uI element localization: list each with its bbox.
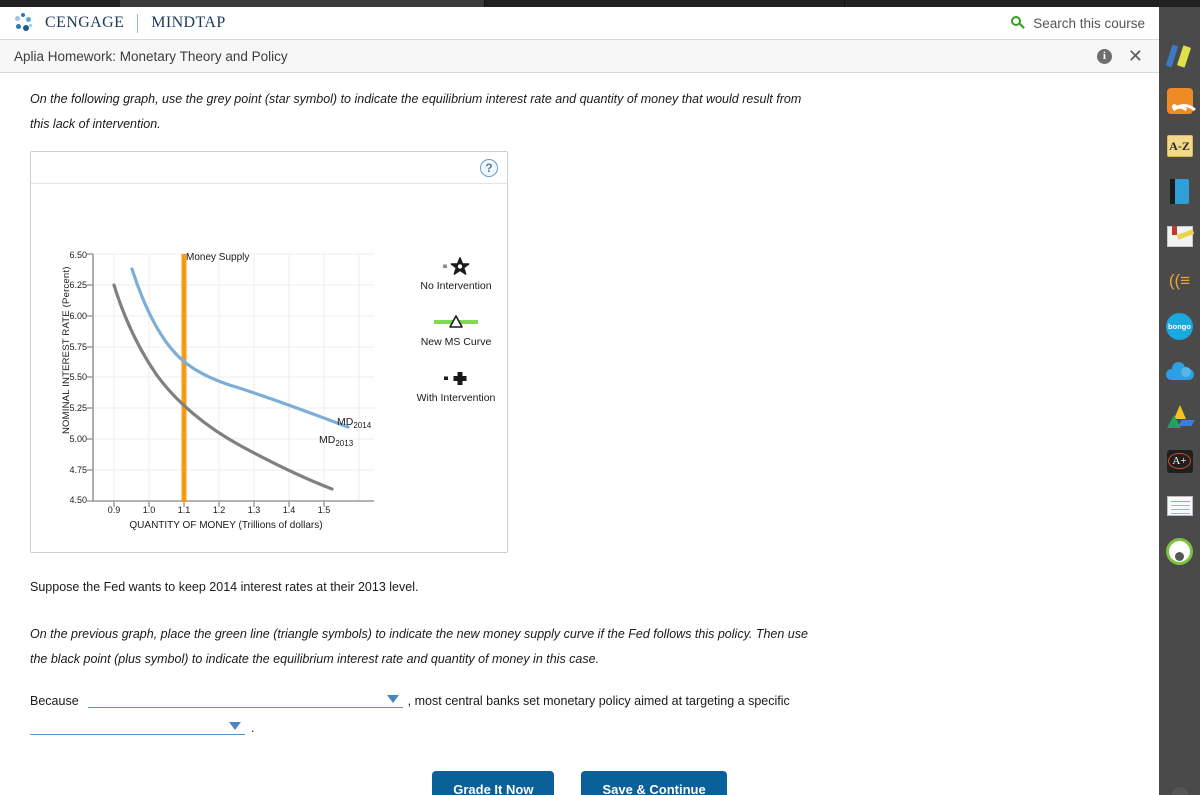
brand-logo-group[interactable]: CENGAGE MINDTAP <box>0 12 226 34</box>
graph-panel[interactable]: ? NOMINAL INTEREST RATE (Percent) QUANTI… <box>30 151 508 553</box>
page-root: CENGAGE MINDTAP Search this course ? Apl… <box>0 0 1200 795</box>
profile-icon <box>1166 537 1193 795</box>
sidebar-item-onedrive[interactable] <box>1164 355 1196 387</box>
star-symbol-icon[interactable] <box>401 256 511 276</box>
sentence-period: . <box>251 721 255 735</box>
grade-a-plus-icon: A+ <box>1166 449 1193 473</box>
sidebar-item-flashcards[interactable] <box>1164 490 1196 522</box>
plus-symbol-icon[interactable] <box>401 368 511 388</box>
md-2013-annotation: MD2013 <box>319 434 353 448</box>
sidebar-item-ebook[interactable] <box>1164 175 1196 207</box>
assignment-subheader: Aplia Homework: Monetary Theory and Poli… <box>0 40 1159 73</box>
save-continue-group: Save & Continue Continue without saving <box>581 771 727 795</box>
sidebar-item-grades[interactable]: A+ <box>1164 445 1196 477</box>
tools-sidebar: A-Z ((≡ bongo A+ <box>1159 7 1200 795</box>
browser-tab[interactable] <box>120 0 485 7</box>
highlighter-icon <box>1165 43 1194 69</box>
clause-text: , most central banks set monetary policy… <box>407 694 790 708</box>
ebook-icon <box>1170 178 1189 204</box>
brand-primary-label: CENGAGE <box>45 14 125 31</box>
info-icon[interactable]: i <box>1096 48 1112 64</box>
page-title: Aplia Homework: Monetary Theory and Poli… <box>14 48 288 64</box>
bongo-icon: bongo <box>1166 312 1193 340</box>
a-z-dictionary-icon: A-Z <box>1166 135 1193 157</box>
triangle-line-symbol-icon[interactable] <box>401 312 511 332</box>
google-drive-icon <box>1166 404 1195 428</box>
md-2014-sub: 2014 <box>353 421 372 431</box>
legend-label: New MS Curve <box>420 336 492 348</box>
browser-tab[interactable] <box>845 0 1200 7</box>
graph-plot-area[interactable]: NOMINAL INTEREST RATE (Percent) QUANTITY… <box>31 184 507 552</box>
sidebar-item-rss[interactable] <box>1164 85 1196 122</box>
md-2013-sub: 2013 <box>335 439 354 449</box>
browser-tab[interactable] <box>485 0 845 7</box>
sidebar-item-highlighter[interactable] <box>1164 40 1196 72</box>
legend-label: With Intervention <box>416 392 496 404</box>
legend-item-with-intervention[interactable]: With Intervention <box>401 368 511 404</box>
assignment-content: On the following graph, use the grey poi… <box>0 73 1159 795</box>
mid-paragraph: Suppose the Fed wants to keep 2014 inter… <box>30 580 419 594</box>
rss-icon <box>1166 88 1196 122</box>
md-2014-annotation: MD2014 <box>337 416 371 430</box>
intro-paragraph: On the following graph, use the grey poi… <box>30 92 802 131</box>
graph-toolbar: ? <box>31 152 507 184</box>
reason-dropdown[interactable] <box>87 690 403 708</box>
subheader-actions: i ✕ <box>1096 47 1159 65</box>
chevron-down-icon <box>386 694 399 703</box>
sidebar-item-readspeaker[interactable]: ((≡ <box>1164 265 1196 297</box>
sidebar-item-bongo[interactable]: bongo <box>1164 310 1196 342</box>
legend-item-no-intervention[interactable]: No Intervention <box>401 256 511 292</box>
close-icon[interactable]: ✕ <box>1128 47 1143 65</box>
chevron-down-icon <box>229 721 241 730</box>
md-2013-text: MD <box>319 434 336 446</box>
graph-help-icon[interactable]: ? <box>480 158 498 177</box>
flashcards-icon <box>1166 496 1193 516</box>
target-dropdown[interactable] <box>30 717 245 735</box>
money-supply-annotation: Money Supply <box>186 252 250 263</box>
onedrive-icon <box>1165 362 1194 380</box>
grade-it-now-button[interactable]: Grade It Now <box>432 771 555 795</box>
chart-legend: No Intervention New MS Curve With Interv… <box>401 256 511 424</box>
sidebar-item-dictionary[interactable]: A-Z <box>1164 130 1196 162</box>
search-icon <box>1011 15 1026 31</box>
read-speaker-icon: ((≡ <box>1168 271 1191 290</box>
save-and-continue-button[interactable]: Save & Continue <box>581 771 727 795</box>
sidebar-item-google-drive[interactable] <box>1164 400 1196 432</box>
notes-icon <box>1166 225 1194 247</box>
md-2014-text: MD <box>337 416 354 428</box>
because-sentence-row: Because , most central banks set monetar… <box>30 690 1129 708</box>
app-header: CENGAGE MINDTAP Search this course <box>0 7 1159 40</box>
browser-tab-strip <box>0 0 1200 7</box>
brand-secondary-label: MINDTAP <box>151 14 226 31</box>
header-search[interactable]: Search this course <box>1011 15 1159 31</box>
legend-item-new-ms-curve[interactable]: New MS Curve <box>401 312 511 348</box>
legend-label: No Intervention <box>420 280 492 292</box>
action-buttons: Grade It Now Save & Continue Continue wi… <box>30 771 1129 795</box>
sidebar-item-profile[interactable] <box>1164 535 1196 795</box>
cengage-logo-icon <box>14 12 36 34</box>
brand-divider <box>137 13 139 33</box>
sidebar-item-notes[interactable] <box>1164 220 1196 252</box>
search-label: Search this course <box>1033 15 1145 31</box>
target-sentence-row: . <box>30 717 1129 735</box>
because-label: Because <box>30 694 79 708</box>
instruction-paragraph: On the previous graph, place the green l… <box>30 627 808 666</box>
